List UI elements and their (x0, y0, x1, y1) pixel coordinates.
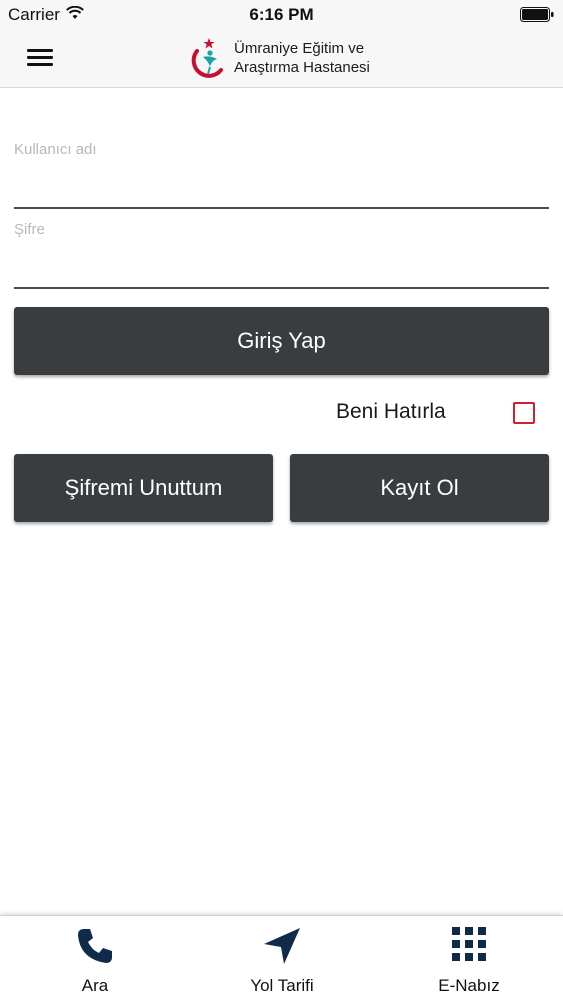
login-button[interactable]: Giriş Yap (14, 307, 549, 375)
hospital-logo-icon (191, 38, 223, 78)
tab-enabiz[interactable]: E-Nabız (399, 916, 539, 1001)
hospital-name: Ümraniye Eğitim ve Araştırma Hastanesi (234, 39, 370, 77)
username-input[interactable] (14, 177, 549, 209)
hamburger-menu-icon[interactable] (25, 44, 55, 70)
forgot-password-button[interactable]: Şifremi Unuttum (14, 454, 273, 522)
app-header: Ümraniye Eğitim ve Araştırma Hastanesi (0, 30, 563, 88)
username-label: Kullanıcı adı (14, 141, 97, 158)
password-input[interactable] (14, 257, 549, 289)
status-bar: Carrier 6:16 PM (0, 0, 563, 30)
password-label: Şifre (14, 221, 45, 238)
register-button[interactable]: Kayıt Ol (290, 454, 549, 522)
battery-icon (520, 7, 554, 22)
tab-directions-label: Yol Tarifi (250, 976, 314, 995)
tab-call-label: Ara (81, 976, 109, 995)
tab-enabiz-label: E-Nabız (438, 976, 500, 995)
status-time: 6:16 PM (249, 5, 314, 24)
hospital-name-line1: Ümraniye Eğitim ve (234, 40, 365, 57)
navigation-arrow-icon (264, 928, 300, 964)
tab-call[interactable]: Ara (25, 916, 165, 1001)
bottom-tab-bar: Ara Yol Tarifi E-Nabız (0, 915, 563, 1001)
phone-icon (78, 929, 112, 963)
remember-me-label: Beni Hatırla (336, 400, 446, 423)
hospital-name-line2: Araştırma Hastanesi (234, 59, 370, 76)
tab-directions[interactable]: Yol Tarifi (212, 916, 352, 1001)
grid-icon (452, 927, 486, 961)
remember-me-checkbox[interactable] (513, 402, 535, 424)
